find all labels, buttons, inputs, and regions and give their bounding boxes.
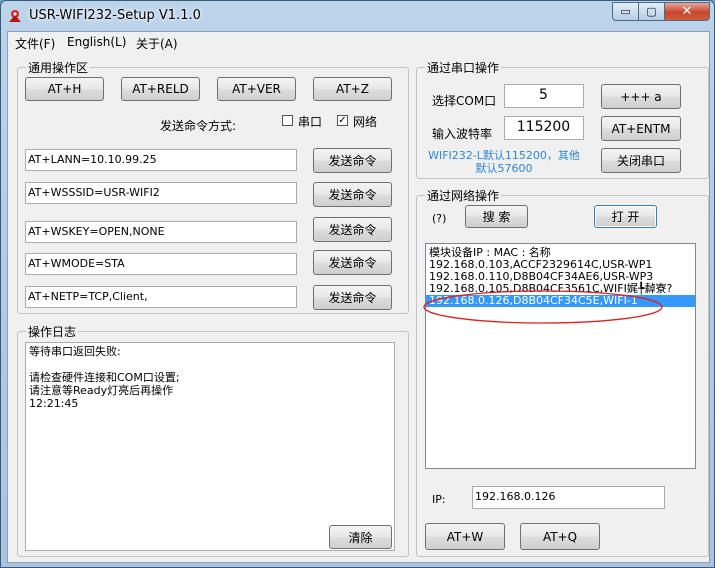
client-area: 文件(F) English(L) 关于(A) 通用操作区 AT+H AT+REL… [7, 31, 710, 563]
baud-rate-hint: WIFI232-L默认115200，其他 默认57600 [424, 149, 584, 175]
command-input-2[interactable]: AT+WSSSID=USR-WIFI2 [25, 182, 297, 204]
network-checkbox[interactable]: ✓ [337, 115, 348, 126]
baud-rate-input[interactable]: 115200 [504, 116, 584, 140]
app-window: USR-WIFI232-Setup V1.1.0 ▭ ▢ ✕ 文件(F) Eng… [0, 0, 715, 568]
send-command-button-3[interactable]: 发送命令 [313, 217, 392, 242]
minimize-button[interactable]: ▭ [612, 2, 639, 21]
send-command-button-1[interactable]: 发送命令 [313, 148, 392, 173]
baud-rate-label: 输入波特率 [432, 127, 493, 141]
operation-log-text[interactable]: 等待串口返回失败: 请检查硬件连接和COM口设置; 请注意等Ready灯亮后再操… [25, 342, 395, 551]
search-button[interactable]: 搜 索 [465, 205, 528, 228]
operation-log-legend: 操作日志 [26, 323, 79, 340]
menu-english[interactable]: English(L) [67, 35, 126, 49]
send-mode-label: 发送命令方式: [160, 119, 237, 133]
close-serial-button[interactable]: 关闭串口 [601, 148, 681, 173]
menu-about[interactable]: 关于(A) [136, 35, 178, 52]
menu-file[interactable]: 文件(F) [15, 35, 55, 52]
serial-checkbox[interactable] [282, 115, 293, 126]
ip-address-input[interactable]: 192.168.0.126 [472, 486, 665, 509]
help-question-label: (?) [432, 212, 447, 225]
command-input-1[interactable]: AT+LANN=10.10.99.25 [25, 149, 297, 171]
at-reld-button[interactable]: AT+RELD [121, 77, 200, 101]
selection-annotation-ellipse [423, 290, 663, 324]
at-h-button[interactable]: AT+H [25, 77, 104, 101]
close-button[interactable]: ✕ [664, 2, 710, 21]
maximize-icon: ▢ [646, 5, 657, 18]
close-icon: ✕ [681, 4, 693, 19]
ip-label: IP: [432, 493, 446, 506]
baud-rate-hint-line-2: 默认57600 [475, 162, 533, 175]
minimize-icon: ▭ [620, 5, 631, 18]
network-checkbox-label: 网络 [353, 115, 378, 129]
network-operations-legend: 通过网络操作 [425, 187, 502, 204]
command-input-5[interactable]: AT+NETP=TCP,Client, [25, 286, 297, 308]
open-button[interactable]: 打 开 [594, 205, 657, 228]
app-logo-icon [9, 10, 21, 22]
general-operations-legend: 通用操作区 [26, 59, 91, 76]
at-q-button[interactable]: AT+Q [520, 523, 600, 550]
send-command-button-4[interactable]: 发送命令 [313, 250, 392, 275]
at-ver-button[interactable]: AT+VER [217, 77, 296, 101]
at-entm-button[interactable]: AT+ENTM [601, 116, 681, 141]
maximize-button[interactable]: ▢ [638, 2, 665, 21]
com-port-label: 选择COM口 [432, 94, 497, 108]
serial-checkbox-label: 串口 [298, 115, 323, 129]
send-command-button-5[interactable]: 发送命令 [313, 285, 392, 310]
menu-bar: 文件(F) English(L) 关于(A) [8, 32, 709, 52]
send-command-button-2[interactable]: 发送命令 [313, 182, 392, 207]
serial-operations-legend: 通过串口操作 [425, 59, 502, 76]
command-input-4[interactable]: AT+WMODE=STA [25, 253, 297, 275]
command-input-3[interactable]: AT+WSKEY=OPEN,NONE [25, 221, 297, 243]
at-w-button[interactable]: AT+W [425, 523, 505, 550]
plus-a-button[interactable]: +++ a [601, 84, 681, 109]
clear-log-button[interactable]: 清除 [329, 525, 392, 549]
baud-rate-hint-line-1: WIFI232-L默认115200，其他 [428, 149, 580, 162]
at-z-button[interactable]: AT+Z [313, 77, 392, 101]
title-bar[interactable]: USR-WIFI232-Setup V1.1.0 ▭ ▢ ✕ [1, 1, 714, 31]
window-title: USR-WIFI232-Setup V1.1.0 [29, 8, 201, 23]
device-list[interactable]: 模块设备IP : MAC : 名称 192.168.0.103,ACCF2329… [425, 243, 696, 469]
com-port-input[interactable]: 5 [504, 84, 584, 108]
